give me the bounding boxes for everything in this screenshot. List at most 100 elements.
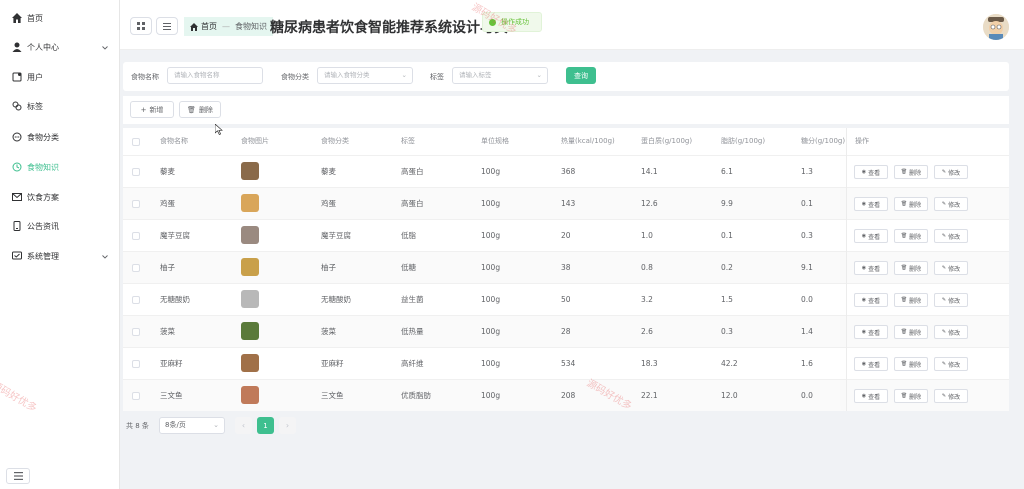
menu-toggle-button[interactable] xyxy=(156,17,178,35)
food-image[interactable] xyxy=(241,258,259,276)
page-size-select[interactable]: 8条/页 ⌄ xyxy=(159,417,225,434)
delete-button[interactable]: 🗑 删除 xyxy=(894,325,928,339)
breadcrumb-home[interactable]: 首页 xyxy=(201,21,217,32)
sidebar-item-0[interactable]: 首页 xyxy=(0,3,120,33)
prev-page-button[interactable]: ‹ xyxy=(235,417,252,434)
cell-tag: 优质脂肪 xyxy=(401,391,431,400)
food-image[interactable] xyxy=(241,290,259,308)
view-button[interactable]: ◉ 查看 xyxy=(854,261,888,275)
edit-button[interactable]: ✎ 修改 xyxy=(934,293,968,307)
food-image[interactable] xyxy=(241,354,259,372)
delete-button[interactable]: 🗑 删除 xyxy=(894,357,928,371)
cell-protein: 3.2 xyxy=(641,295,653,304)
row-checkbox[interactable] xyxy=(132,168,140,176)
delete-button[interactable]: 🗑 删除 xyxy=(894,389,928,403)
current-page-button[interactable]: 1 xyxy=(257,417,274,434)
food-image[interactable] xyxy=(241,226,259,244)
user-square-icon xyxy=(12,72,22,82)
add-button[interactable]: + 新增 xyxy=(130,101,174,118)
grid-toggle-button[interactable] xyxy=(130,17,152,35)
table-row: 柚子 柚子 低糖 100g 38 0.8 0.2 9.1 ◉ 查看 🗑 删除 ✎ 修改 xyxy=(123,251,1009,283)
cell-sugar: 0.0 xyxy=(801,295,813,304)
view-button-label: 查看 xyxy=(868,329,881,337)
sidebar-item-3[interactable]: 标签 xyxy=(0,91,120,121)
cell-protein: 14.1 xyxy=(641,167,658,176)
row-checkbox[interactable] xyxy=(132,264,140,272)
chevron-down-icon xyxy=(102,252,108,261)
edit-button-label: 修改 xyxy=(948,201,961,209)
menu-icon xyxy=(13,472,23,480)
sidebar-item-2[interactable]: 用户 xyxy=(0,62,120,92)
view-button[interactable]: ◉ 查看 xyxy=(854,197,888,211)
edit-button[interactable]: ✎ 修改 xyxy=(934,197,968,211)
delete-button[interactable]: 🗑 删除 xyxy=(894,197,928,211)
edit-button[interactable]: ✎ 修改 xyxy=(934,261,968,275)
cell-sugar: 0.0 xyxy=(801,391,813,400)
delete-button[interactable]: 🗑 删除 xyxy=(894,293,928,307)
sidebar-item-7[interactable]: 公告资讯 xyxy=(0,211,120,241)
sidebar-item-label: 饮食方案 xyxy=(27,192,59,202)
row-checkbox[interactable] xyxy=(132,232,140,240)
food-image[interactable] xyxy=(241,322,259,340)
row-checkbox[interactable] xyxy=(132,360,140,368)
edit-button[interactable]: ✎ 修改 xyxy=(934,389,968,403)
cell-kcal: 208 xyxy=(561,391,576,400)
eye-icon: ◉ xyxy=(861,201,867,207)
food-image[interactable] xyxy=(241,386,259,404)
trash-icon: 🗑 xyxy=(900,329,908,335)
next-page-button[interactable]: › xyxy=(279,417,296,434)
food-category-placeholder: 请输入食物分类 xyxy=(324,71,370,79)
chevron-down-icon: ⌄ xyxy=(401,71,407,79)
avatar[interactable] xyxy=(983,14,1009,40)
row-checkbox[interactable] xyxy=(132,392,140,400)
edit-button[interactable]: ✎ 修改 xyxy=(934,165,968,179)
cell-tag: 低糖 xyxy=(401,263,416,272)
food-name-input[interactable]: 请输入食物名称 xyxy=(167,67,263,84)
sidebar-collapse-button[interactable] xyxy=(6,468,30,484)
delete-button-label: 删除 xyxy=(909,169,922,177)
sidebar-item-5[interactable]: 食物知识 xyxy=(0,152,120,182)
query-button[interactable]: 查询 xyxy=(566,67,596,84)
edit-icon: ✎ xyxy=(941,169,947,175)
edit-button[interactable]: ✎ 修改 xyxy=(934,229,968,243)
view-button[interactable]: ◉ 查看 xyxy=(854,389,888,403)
edit-icon: ✎ xyxy=(941,393,947,399)
sidebar-item-8[interactable]: 系统管理 xyxy=(0,241,120,271)
tag-select[interactable]: 请输入标签 ⌄ xyxy=(452,67,548,84)
edit-button[interactable]: ✎ 修改 xyxy=(934,357,968,371)
view-button-label: 查看 xyxy=(868,233,881,241)
food-category-select[interactable]: 请输入食物分类 ⌄ xyxy=(317,67,413,84)
edit-button[interactable]: ✎ 修改 xyxy=(934,325,968,339)
cell-sugar: 9.1 xyxy=(801,263,813,272)
cell-category: 亚麻籽 xyxy=(321,359,344,368)
edit-button-label: 修改 xyxy=(948,297,961,305)
view-button[interactable]: ◉ 查看 xyxy=(854,165,888,179)
view-button[interactable]: ◉ 查看 xyxy=(854,325,888,339)
row-checkbox[interactable] xyxy=(132,296,140,304)
delete-button[interactable]: 🗑 删除 xyxy=(894,229,928,243)
row-checkbox[interactable] xyxy=(132,328,140,336)
sidebar-item-4[interactable]: 食物分类 xyxy=(0,122,120,152)
view-button-label: 查看 xyxy=(868,393,881,401)
cell-protein: 18.3 xyxy=(641,359,658,368)
view-button[interactable]: ◉ 查看 xyxy=(854,229,888,243)
food-image[interactable] xyxy=(241,162,259,180)
select-all-checkbox[interactable] xyxy=(132,138,140,146)
batch-delete-button[interactable]: 🗑 删除 xyxy=(179,101,221,118)
eye-icon: ◉ xyxy=(861,169,867,175)
row-checkbox[interactable] xyxy=(132,200,140,208)
menu-icon xyxy=(163,22,171,30)
sidebar-item-1[interactable]: 个人中心 xyxy=(0,32,120,62)
delete-button[interactable]: 🗑 删除 xyxy=(894,261,928,275)
edit-icon: ✎ xyxy=(941,201,947,207)
view-button[interactable]: ◉ 查看 xyxy=(854,293,888,307)
sidebar-item-label: 公告资讯 xyxy=(27,221,59,231)
sidebar-item-6[interactable]: 饮食方案 xyxy=(0,182,120,212)
sidebar-item-label: 个人中心 xyxy=(27,42,59,52)
food-image[interactable] xyxy=(241,194,259,212)
cell-kcal: 28 xyxy=(561,327,571,336)
view-button[interactable]: ◉ 查看 xyxy=(854,357,888,371)
cell-unit: 100g xyxy=(481,263,501,272)
delete-button[interactable]: 🗑 删除 xyxy=(894,165,928,179)
delete-button-label: 删除 xyxy=(909,361,922,369)
